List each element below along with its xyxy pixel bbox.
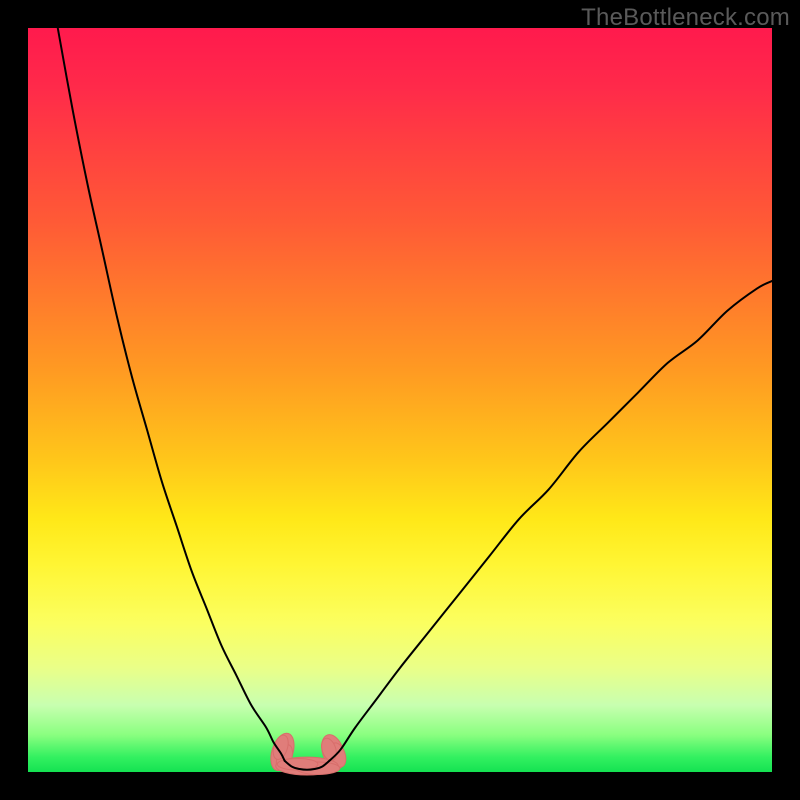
curves-svg — [28, 28, 772, 772]
plot-area — [28, 28, 772, 772]
chart-frame: TheBottleneck.com — [0, 0, 800, 800]
watermark-text: TheBottleneck.com — [581, 4, 790, 32]
left-curve — [58, 28, 285, 761]
right-curve — [329, 281, 772, 761]
